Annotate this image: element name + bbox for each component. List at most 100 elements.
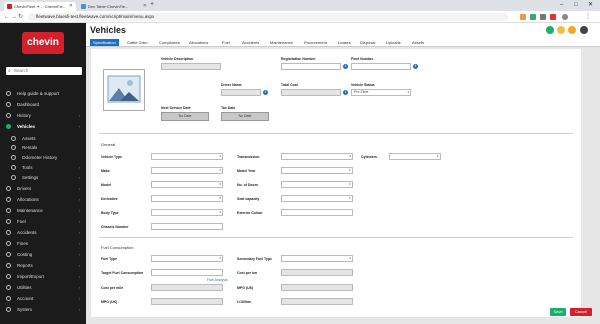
chevron-right-icon: › <box>78 252 80 257</box>
tab-maintenance[interactable]: Maintenance <box>267 39 296 46</box>
back-icon[interactable]: ← <box>4 13 10 21</box>
fleet-number-input[interactable] <box>351 63 411 70</box>
sidebar-item[interactable]: Rentals <box>0 143 86 152</box>
tab-uploads[interactable]: Uploads <box>383 39 404 46</box>
model-select[interactable]: ▾ <box>151 181 223 188</box>
maximize-icon[interactable]: □ <box>574 0 578 11</box>
browser-tab-1[interactable]: ChevinFleet ✦ - ·ChevinFle... ✕ <box>4 2 76 11</box>
tab-disposal[interactable]: Disposal <box>357 39 378 46</box>
sidebar-item[interactable]: History › <box>0 111 86 120</box>
sidebar-item[interactable]: System › <box>0 305 86 314</box>
chassis-number-input[interactable] <box>151 223 223 230</box>
next-service-date-button[interactable]: No Date <box>161 112 209 121</box>
info-icon[interactable]: i <box>343 64 348 69</box>
fuel-analysis-link[interactable]: Fuel Analysis <box>207 278 228 282</box>
sidebar-item[interactable]: Help guide & support <box>0 89 86 98</box>
add-icon[interactable] <box>546 26 554 34</box>
chevron-right-icon: › <box>78 230 80 235</box>
new-tab-icon[interactable]: + <box>150 1 154 8</box>
sidebar-item[interactable]: Fines › <box>0 239 86 248</box>
extension-icon[interactable] <box>530 14 536 20</box>
tab-compliance[interactable]: Compliance <box>156 39 183 46</box>
target-fuel-consumption-input[interactable] <box>151 269 223 276</box>
sidebar-item[interactable]: Vehicles › <box>0 122 86 131</box>
general-section-title: General <box>101 142 116 147</box>
vehicle-status-select[interactable]: Pre-Fleet ▾ <box>351 89 411 96</box>
sidebar-item[interactable]: Dashboard <box>0 100 86 109</box>
sidebar-item[interactable]: Allocations › <box>0 195 86 204</box>
menu-item-icon <box>6 197 11 202</box>
sidebar-item[interactable]: Assets <box>0 134 86 143</box>
sidebar-item[interactable]: Accidents › <box>0 228 86 237</box>
fuel-type-select[interactable]: ▾ <box>151 255 223 262</box>
body-type-select[interactable]: ▾ <box>151 209 223 216</box>
model-year-stepper[interactable]: ⇕ <box>281 167 353 174</box>
menu-item-icon <box>11 175 16 180</box>
tab-procurement[interactable]: Procurement <box>301 39 330 46</box>
sidebar-item[interactable]: Reports › <box>0 261 86 270</box>
sidebar-item[interactable]: Costing › <box>0 250 86 259</box>
sidebar-item[interactable]: Fuel › <box>0 217 86 226</box>
menu-item-icon <box>11 136 16 141</box>
tax-date-button[interactable]: No Date <box>221 112 269 121</box>
chevron-down-icon: ▾ <box>219 182 221 186</box>
sidebar-item[interactable]: Odometer History <box>0 153 86 162</box>
make-select[interactable]: ▾ <box>151 167 223 174</box>
browser-menu-icon[interactable]: ⋮ <box>585 13 591 21</box>
url-field[interactable]: fleetwave.bluesfi-test.fleetwave.com/scr… <box>28 13 508 21</box>
tab-accidents[interactable]: Accidents <box>239 39 262 46</box>
menu-item-icon <box>6 252 11 257</box>
browser-tab-2[interactable]: Dev Table·ChevinFle... ✕ <box>78 2 150 11</box>
info-icon[interactable]: i <box>343 90 348 95</box>
vehicle-image[interactable] <box>103 69 145 111</box>
tab-specification[interactable]: Specification <box>90 39 119 46</box>
close-tab-icon[interactable]: ✕ <box>143 2 147 11</box>
notifications-icon[interactable] <box>557 26 565 34</box>
save-button[interactable]: Save <box>550 308 566 316</box>
close-tab-icon[interactable]: ✕ <box>69 2 73 11</box>
info-icon[interactable]: i <box>263 90 268 95</box>
tab-allocations[interactable]: Allocations <box>186 39 211 46</box>
sidebar-item[interactable]: Drivers › <box>0 184 86 193</box>
tab-leases[interactable]: Leases <box>335 39 354 46</box>
profile-icon[interactable] <box>562 14 568 20</box>
sidebar-item[interactable]: Maintenance › <box>0 206 86 215</box>
cost-per-mile-label: Cost per mile <box>101 286 124 290</box>
secondary-fuel-type-select[interactable]: ▾ <box>281 255 353 262</box>
cylinders-stepper[interactable]: ⇕ <box>389 153 441 160</box>
no-of-doors-stepper[interactable]: ⇕ <box>281 181 353 188</box>
window-close-icon[interactable]: ✕ <box>588 0 593 11</box>
help-icon[interactable] <box>568 26 576 34</box>
stepper-icon: ⇕ <box>348 196 351 200</box>
extension-icon[interactable] <box>520 14 526 20</box>
chevron-right-icon: › <box>78 124 80 129</box>
vehicle-type-select[interactable]: ▾ <box>151 153 223 160</box>
user-avatar-icon[interactable] <box>580 26 588 34</box>
l-100km-label: L/100km <box>237 300 252 304</box>
sidebar-item[interactable]: Account › <box>0 294 86 303</box>
extension-icon[interactable] <box>550 14 556 20</box>
sidebar-item[interactable]: Settings › <box>0 173 86 182</box>
sidebar-item-label: Rentals <box>22 145 38 150</box>
search-input[interactable]: ⌕ Search <box>6 67 82 75</box>
transmission-select[interactable]: ▾ <box>281 153 353 160</box>
info-icon[interactable]: i <box>413 64 418 69</box>
sidebar-item-label: Drivers <box>17 186 32 191</box>
derivative-select[interactable]: ▾ <box>151 195 223 202</box>
tab-fuel[interactable]: Fuel <box>219 39 233 46</box>
sidebar-item[interactable]: Tools › <box>0 163 86 172</box>
registration-number-input[interactable] <box>281 63 341 70</box>
cancel-button[interactable]: Cancel <box>570 308 592 316</box>
favicon-icon <box>81 4 86 9</box>
sidebar-item[interactable]: Utilities › <box>0 283 86 292</box>
forward-icon[interactable]: → <box>11 13 17 21</box>
tab-assets[interactable]: Assets <box>409 39 427 46</box>
sidebar-item[interactable]: Import/Export › <box>0 272 86 281</box>
minimize-icon[interactable]: – <box>560 0 563 11</box>
reload-icon[interactable]: ↻ <box>18 13 23 21</box>
mpg-us-field <box>281 284 353 291</box>
seat-capacity-stepper[interactable]: ⇕ <box>281 195 353 202</box>
exterior-colour-input[interactable] <box>281 209 353 216</box>
tab-cattle-grbo[interactable]: Cattle Grbo <box>124 39 150 46</box>
extension-icon[interactable] <box>540 14 546 20</box>
